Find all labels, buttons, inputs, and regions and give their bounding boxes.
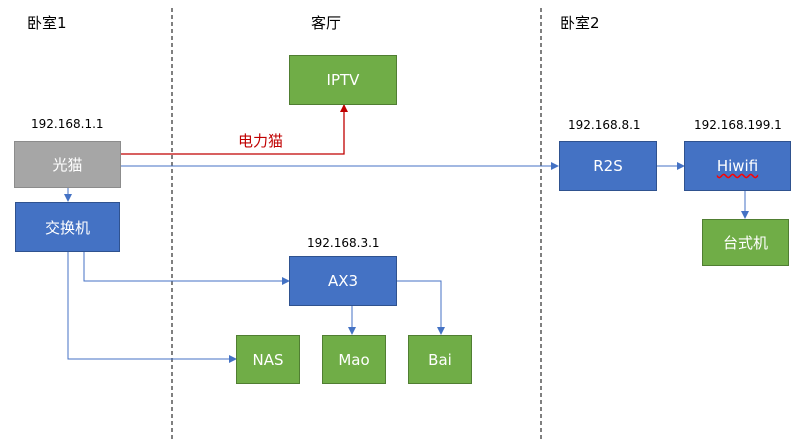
plc-label: 电力猫 [238,132,284,150]
node-hiwifi-label: Hiwifi [716,157,759,175]
node-switch: 交换机 [15,202,120,252]
link-switch-ax3 [83,252,290,285]
connections [64,8,749,440]
room-label-bedroom1: 卧室1 [27,14,67,32]
ip-r2s: 192.168.8.1 [568,118,641,132]
link-switch-nas [67,252,237,363]
plc-link [121,104,348,155]
link-ax3-bai [397,280,445,335]
node-desktop: 台式机 [702,219,789,266]
ip-modem: 192.168.1.1 [31,117,104,131]
node-modem: 光猫 [14,141,121,188]
room-label-living: 客厅 [311,14,342,32]
ip-ax3: 192.168.3.1 [307,236,380,250]
node-mao: Mao [322,335,386,384]
node-iptv: IPTV [289,55,397,105]
network-diagram: 卧室1 客厅 卧室2 192.168.1.1 192.168.3.1 192.1… [0,0,812,447]
node-ax3: AX3 [289,256,397,306]
room-label-bedroom2: 卧室2 [560,14,600,32]
node-nas: NAS [236,335,300,384]
node-hiwifi: Hiwifi [684,141,791,191]
node-r2s: R2S [559,141,657,191]
ip-hiwifi: 192.168.199.1 [694,118,782,132]
node-bai: Bai [408,335,472,384]
